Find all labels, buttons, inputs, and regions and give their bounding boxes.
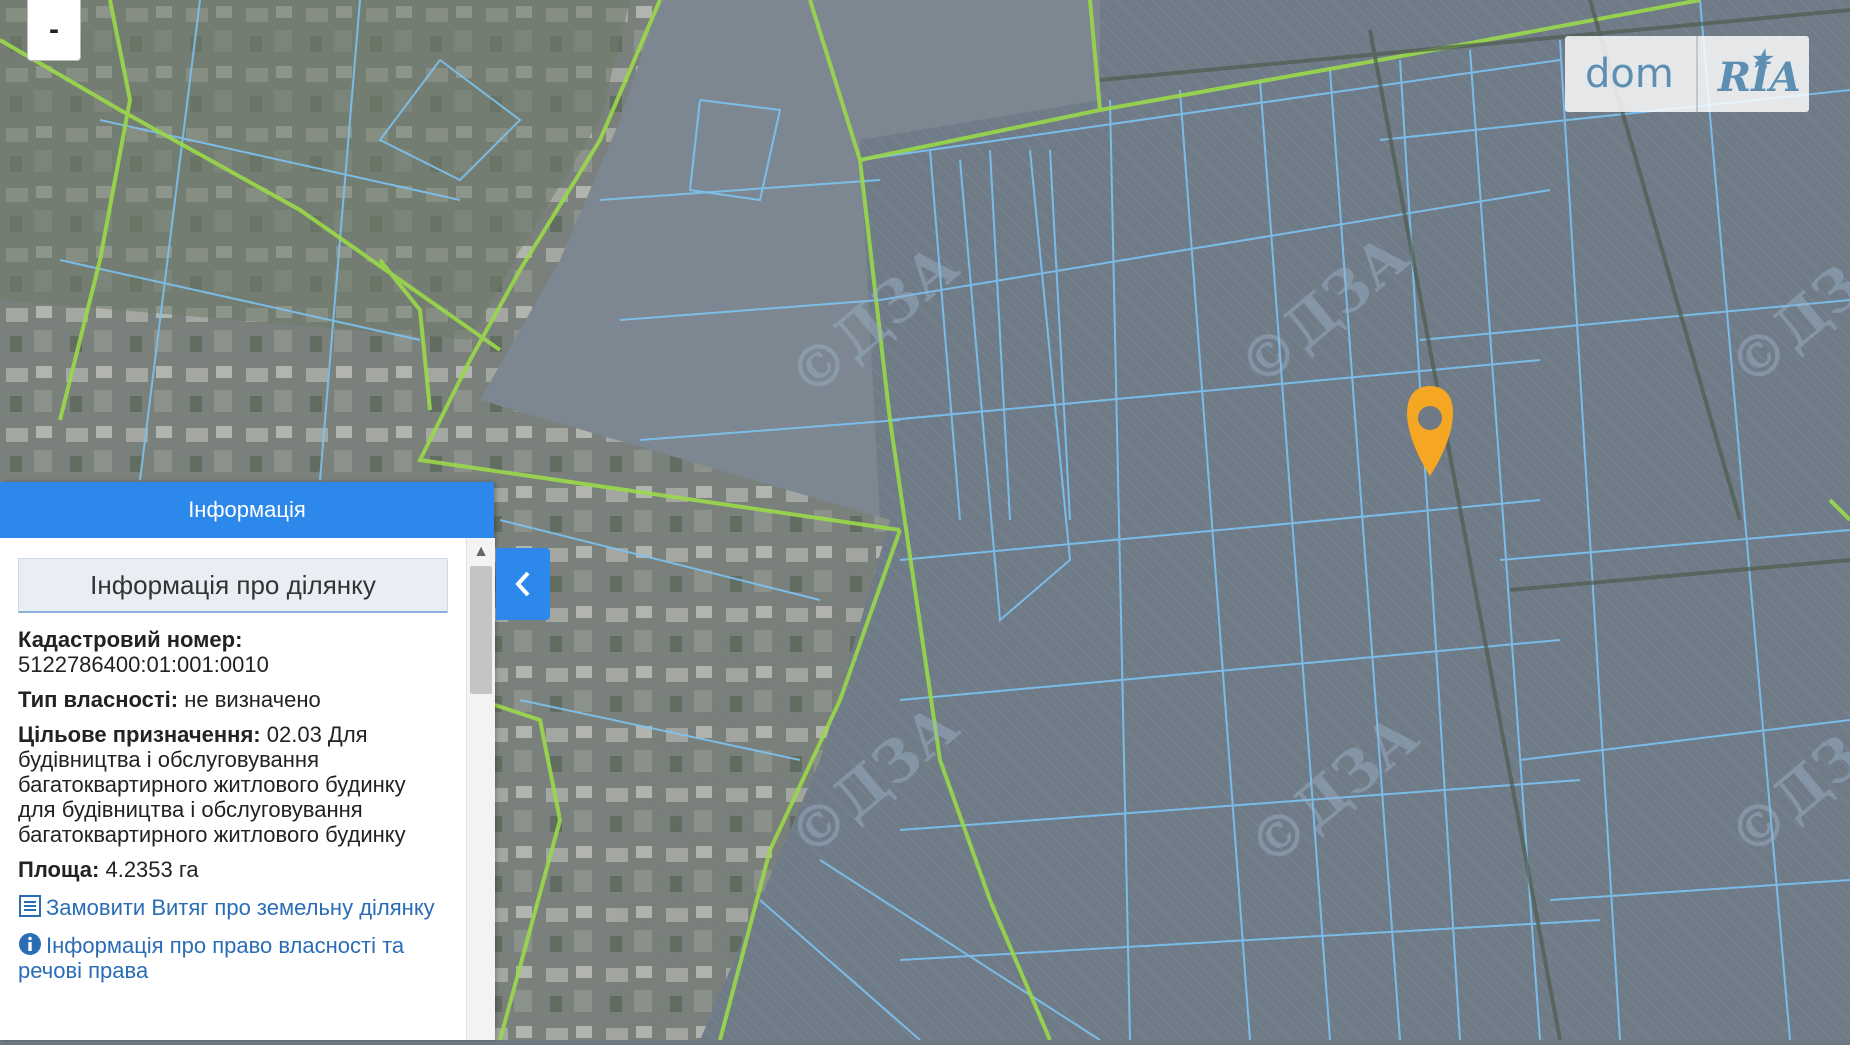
info-circle-icon bbox=[19, 933, 41, 955]
ownership-rights-label: Інформація про право власності та речові… bbox=[18, 933, 405, 983]
scroll-thumb[interactable] bbox=[470, 566, 492, 694]
info-panel: Інформація Інформація про ділянку Кадаст… bbox=[0, 482, 495, 1040]
ownership-rights-link[interactable]: Інформація про право власності та речові… bbox=[18, 932, 448, 983]
area-label: Площа: bbox=[18, 857, 100, 882]
scroll-up-icon[interactable]: ▲ bbox=[467, 538, 495, 566]
area-row: Площа: 4.2353 га bbox=[18, 857, 448, 882]
cadastral-number-value: 5122786400:01:001:0010 bbox=[18, 652, 269, 677]
chevron-left-icon bbox=[515, 571, 530, 597]
purpose-row: Цільове призначення: 02.03 Для будівницт… bbox=[18, 722, 448, 847]
order-extract-link[interactable]: Замовити Витяг про земельну ділянку bbox=[18, 894, 448, 920]
logo-ria-text: ★ RIA bbox=[1698, 44, 1801, 101]
purpose-label: Цільове призначення: bbox=[18, 722, 261, 747]
collapse-panel-button[interactable] bbox=[496, 548, 550, 620]
ownership-row: Тип власності: не визначено bbox=[18, 687, 448, 712]
star-icon: ★ bbox=[1749, 43, 1772, 73]
cadastral-number-label: Кадастровий номер: bbox=[18, 627, 243, 652]
logo-dom-text: dom bbox=[1585, 51, 1674, 97]
panel-scrollbar[interactable]: ▲ bbox=[466, 538, 495, 1040]
order-extract-label: Замовити Витяг про земельну ділянку bbox=[46, 895, 435, 920]
ownership-label: Тип власності: bbox=[18, 687, 179, 712]
dom-ria-logo: dom ★ RIA bbox=[1565, 36, 1809, 112]
cadastral-number-row: Кадастровий номер: 5122786400:01:001:001… bbox=[18, 627, 448, 677]
section-title: Інформація про ділянку bbox=[18, 558, 448, 613]
panel-header: Інформація bbox=[0, 482, 494, 538]
panel-body[interactable]: Інформація про ділянку Кадастровий номер… bbox=[0, 538, 466, 1040]
document-list-icon bbox=[19, 895, 41, 917]
ownership-value: не визначено bbox=[184, 687, 321, 712]
parcel-info: Кадастровий номер: 5122786400:01:001:001… bbox=[0, 613, 466, 983]
area-value: 4.2353 га bbox=[105, 857, 199, 882]
zoom-out-button[interactable]: - bbox=[27, 0, 81, 61]
